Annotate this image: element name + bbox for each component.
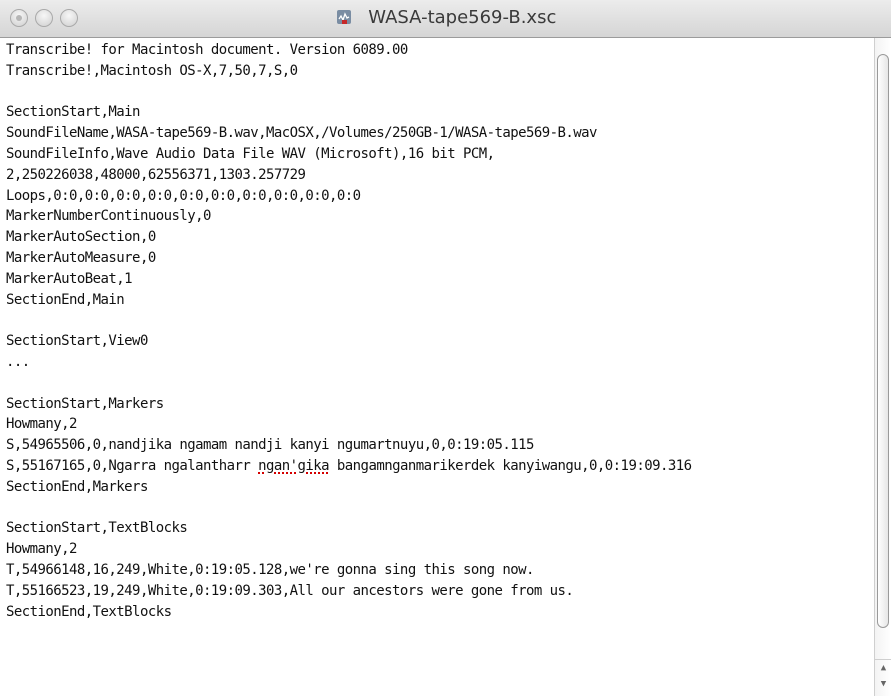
scrollbar-thumb[interactable] [877,54,889,628]
text-line: T,55166523,19,249,White,0:19:09.303,All … [6,582,574,599]
text-line: S,54965506,0,nandjika ngamam nandji kany… [6,437,534,454]
window-title: WASA-tape569-B.xsc [368,7,557,28]
scroll-up-arrow-icon[interactable]: ▲ [875,659,891,676]
text-line: SectionEnd,Main [6,291,125,308]
text-line: Howmany,2 [6,416,77,433]
text-line: T,54966148,16,249,White,0:19:05.128,we'r… [6,561,534,578]
text-editor-content[interactable]: Transcribe! for Macintosh document. Vers… [0,38,874,696]
audio-document-icon [336,10,351,24]
text-line: Transcribe!,Macintosh OS-X,7,50,7,S,0 [6,62,298,79]
misspelled-word[interactable]: ngan'gika [258,458,329,474]
text-line: MarkerNumberContinuously,0 [6,208,211,225]
text-line: ... [6,353,30,370]
text-line: 2,250226038,48000,62556371,1303.257729 [6,166,306,183]
document-window: WASA-tape569-B.xsc Transcribe! for Macin… [0,0,891,696]
window-title-group: WASA-tape569-B.xsc [0,7,891,28]
vertical-scrollbar[interactable]: ▲ ▼ [874,38,891,696]
text-line: SectionStart,View0 [6,333,148,350]
text-line: SectionEnd,TextBlocks [6,603,172,620]
text-line: Loops,0:0,0:0,0:0,0:0,0:0,0:0,0:0,0:0,0:… [6,187,361,204]
scroll-down-arrow-icon[interactable]: ▼ [875,676,891,692]
text-line: MarkerAutoBeat,1 [6,270,133,287]
text-line: MarkerAutoSection,0 [6,229,156,246]
text-line: SectionStart,Main [6,104,141,121]
text-line: SectionEnd,Markers [6,478,148,495]
text-line: SectionStart,Markers [6,395,164,412]
text-line: SectionStart,TextBlocks [6,520,188,537]
text-line: MarkerAutoMeasure,0 [6,249,156,266]
text-line: Transcribe! for Macintosh document. Vers… [6,42,408,58]
title-bar[interactable]: WASA-tape569-B.xsc [0,0,891,38]
text-segment: S,55167165,0,Ngarra ngalantharr [6,457,259,474]
text-line: SoundFileName,WASA-tape569-B.wav,MacOSX,… [6,125,597,142]
text-line-with-misspelling: S,55167165,0,Ngarra ngalantharr ngan'gik… [6,456,874,477]
text-line: SoundFileInfo,Wave Audio Data File WAV (… [6,145,495,162]
text-line: Howmany,2 [6,541,77,558]
text-segment: bangamnganmarikerdek kanyiwangu,0,0:19:0… [329,457,692,474]
